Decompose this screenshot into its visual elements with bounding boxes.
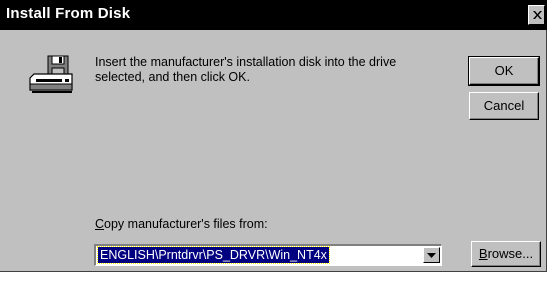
cancel-button[interactable]: Cancel <box>469 92 539 120</box>
instruction-message: Insert the manufacturer's installation d… <box>95 55 397 84</box>
chevron-down-icon <box>427 253 436 258</box>
copy-from-value[interactable]: ENGLISH\Prntdrvr\PS_DRVR\Win_NT4x <box>97 246 330 264</box>
title-bar[interactable]: Install From Disk <box>0 0 547 30</box>
copy-from-combobox[interactable]: ENGLISH\Prntdrvr\PS_DRVR\Win_NT4x <box>94 244 442 266</box>
browse-mnemonic: B <box>478 246 488 261</box>
close-icon <box>533 11 542 19</box>
copy-from-label-text: opy manufacturer's files from: <box>104 217 268 231</box>
browse-button[interactable]: Browse... <box>471 241 541 267</box>
dropdown-button[interactable] <box>423 247 440 263</box>
disk-drive-icon <box>29 55 73 93</box>
ok-button[interactable]: OK <box>468 56 540 86</box>
install-from-disk-dialog: Install From Disk Insert the manufacture… <box>0 0 547 272</box>
copy-from-label-mnemonic: C <box>95 217 105 231</box>
browse-label: rowse... <box>487 246 534 261</box>
copy-from-label: Copy manufacturer's files from: <box>95 217 268 231</box>
close-button[interactable] <box>528 5 545 25</box>
window-title: Install From Disk <box>6 5 131 22</box>
